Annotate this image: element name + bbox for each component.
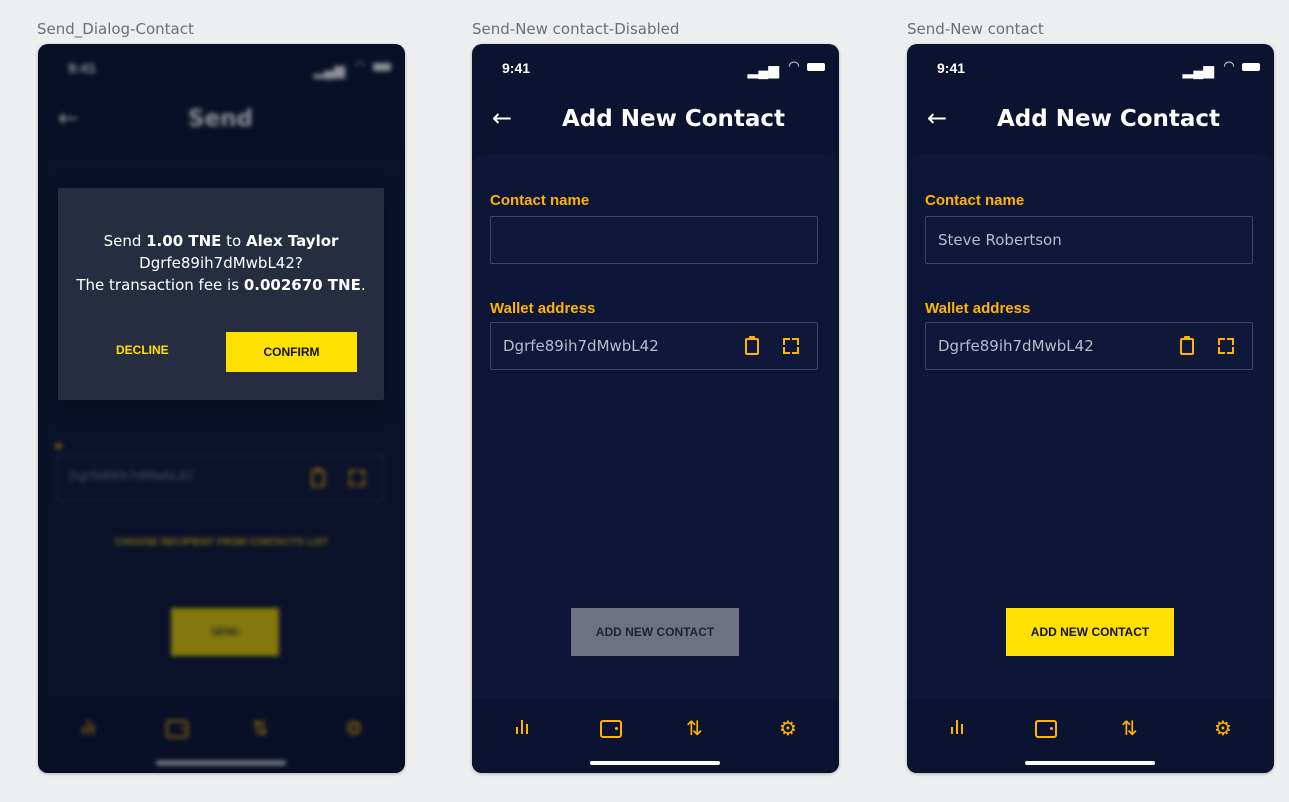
phone-send-dialog: 9:41 ▂▄▆ ◠ ← Send ▸ Dgrfe89ih7dMwbL42 CH… bbox=[38, 44, 405, 773]
frame-label-enabled: Send-New contact bbox=[907, 20, 1044, 38]
dialog-line-3: The transaction fee is 0.002670 TNE. bbox=[58, 276, 384, 294]
back-arrow-icon[interactable]: ← bbox=[492, 104, 512, 132]
back-arrow-icon[interactable]: ← bbox=[927, 104, 947, 132]
dialog-amount: 1.00 TNE bbox=[146, 232, 222, 250]
add-contact-form: Contact name Steve Robertson Wallet addr… bbox=[907, 154, 1274, 698]
dialog-fee-suffix: . bbox=[360, 276, 366, 294]
wifi-icon: ◠ bbox=[789, 58, 799, 73]
add-new-contact-button[interactable]: ADD NEW CONTACT bbox=[1006, 608, 1174, 656]
contact-name-input[interactable]: Steve Robertson bbox=[925, 216, 1253, 264]
stats-icon[interactable] bbox=[514, 718, 530, 734]
contact-name-label: Contact name bbox=[490, 192, 590, 209]
frame-label-dialog: Send_Dialog-Contact bbox=[37, 20, 194, 38]
page-title: Add New Contact bbox=[562, 106, 786, 132]
dialog-address: Dgrfe89ih7dMwbL42? bbox=[139, 254, 303, 272]
frame-label-disabled: Send-New contact-Disabled bbox=[472, 20, 680, 38]
status-time: 9:41 bbox=[937, 60, 966, 76]
wallet-icon[interactable] bbox=[1035, 720, 1057, 738]
wallet-address-input[interactable]: Dgrfe89ih7dMwbL42 bbox=[925, 322, 1253, 370]
wallet-address-label: Wallet address bbox=[490, 300, 596, 317]
bottom-nav: ⇅ ⚙ bbox=[472, 698, 839, 773]
battery-icon bbox=[1242, 63, 1260, 71]
settings-icon[interactable]: ⚙ bbox=[779, 716, 797, 740]
transfer-icon[interactable]: ⇅ bbox=[686, 716, 703, 740]
transfer-icon[interactable]: ⇅ bbox=[1121, 716, 1138, 740]
wallet-address-label: Wallet address bbox=[925, 300, 1031, 317]
wallet-address-input[interactable]: Dgrfe89ih7dMwbL42 bbox=[490, 322, 818, 370]
dialog-fee-prefix: The transaction fee is bbox=[76, 276, 240, 294]
dialog-to-word: to bbox=[226, 232, 242, 250]
status-time: 9:41 bbox=[502, 60, 531, 76]
clipboard-icon[interactable] bbox=[745, 336, 759, 355]
clipboard-icon[interactable] bbox=[1180, 336, 1194, 355]
wifi-icon: ◠ bbox=[1224, 58, 1234, 73]
dialog-send-word: Send bbox=[103, 232, 142, 250]
dialog-fee: 0.002670 TNE bbox=[243, 276, 361, 294]
phone-add-contact-disabled: 9:41 ▂▄▆ ◠ ← Add New Contact Contact nam… bbox=[472, 44, 839, 773]
status-bar: 9:41 ▂▄▆ ◠ bbox=[472, 44, 839, 88]
home-indicator bbox=[1025, 761, 1155, 765]
signal-icon: ▂▄▆ bbox=[1182, 62, 1214, 78]
dialog-recipient: Alex Taylor bbox=[246, 232, 339, 250]
stats-icon[interactable] bbox=[949, 718, 965, 734]
battery-icon bbox=[807, 63, 825, 71]
contact-name-value: Steve Robertson bbox=[938, 231, 1062, 249]
wallet-address-value: Dgrfe89ih7dMwbL42 bbox=[938, 337, 1094, 355]
header: ← Add New Contact bbox=[472, 94, 839, 150]
confirm-button[interactable]: CONFIRM bbox=[226, 332, 357, 372]
signal-icon: ▂▄▆ bbox=[747, 62, 779, 78]
add-new-contact-button[interactable]: ADD NEW CONTACT bbox=[571, 608, 739, 656]
contact-name-input[interactable] bbox=[490, 216, 818, 264]
page-title: Add New Contact bbox=[997, 106, 1221, 132]
settings-icon[interactable]: ⚙ bbox=[1214, 716, 1232, 740]
contact-name-label: Contact name bbox=[925, 192, 1025, 209]
header: ← Add New Contact bbox=[907, 94, 1274, 150]
bottom-nav: ⇅ ⚙ bbox=[907, 698, 1274, 773]
dialog-line-1: Send 1.00 TNE to Alex Taylor bbox=[58, 232, 384, 250]
dim-overlay bbox=[38, 44, 405, 773]
decline-button[interactable]: DECLINE bbox=[116, 343, 169, 357]
scan-icon[interactable] bbox=[783, 338, 799, 354]
status-bar: 9:41 ▂▄▆ ◠ bbox=[907, 44, 1274, 88]
confirm-dialog: Send 1.00 TNE to Alex Taylor Dgrfe89ih7d… bbox=[58, 188, 384, 400]
wallet-address-value: Dgrfe89ih7dMwbL42 bbox=[503, 337, 659, 355]
home-indicator bbox=[590, 761, 720, 765]
add-contact-form: Contact name Wallet address Dgrfe89ih7dM… bbox=[472, 154, 839, 698]
scan-icon[interactable] bbox=[1218, 338, 1234, 354]
wallet-icon[interactable] bbox=[600, 720, 622, 738]
phone-add-contact-enabled: 9:41 ▂▄▆ ◠ ← Add New Contact Contact nam… bbox=[907, 44, 1274, 773]
